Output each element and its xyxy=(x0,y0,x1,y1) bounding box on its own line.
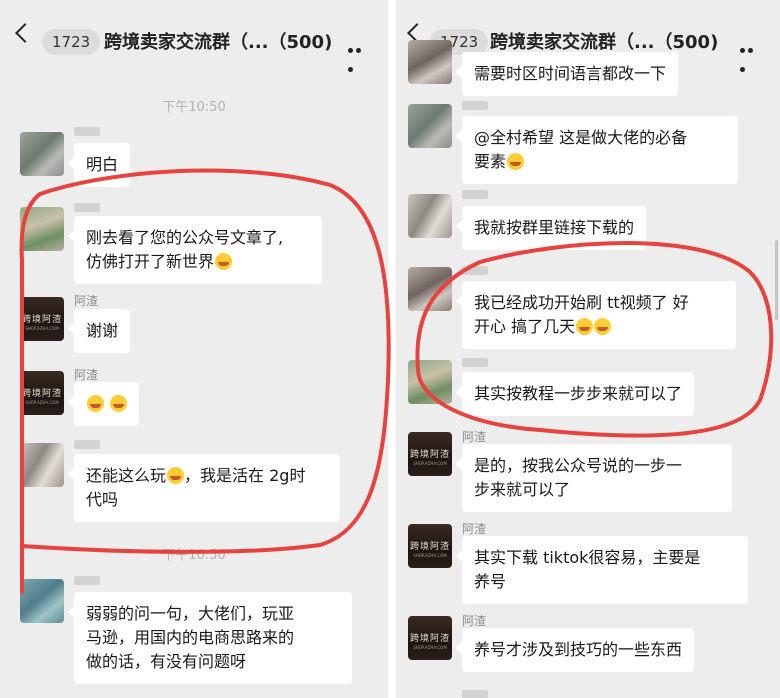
message-bubble[interactable] xyxy=(67,382,140,426)
scrollbar[interactable] xyxy=(775,240,778,320)
avatar[interactable]: 跨境阿渣 SHOP.AZHA.COM xyxy=(408,432,452,476)
sender-name-blurred xyxy=(462,190,488,199)
left-chat-screenshot: 1723 跨境卖家交流群（...（500) 下午10:50 明白 刚去看了您的公… xyxy=(0,0,388,698)
avatar-logo-subtext: SHOP.AZHA.COM xyxy=(25,400,59,405)
more-options-icon[interactable] xyxy=(348,38,370,72)
message-text: 需要时区时间语言都改一下 xyxy=(474,64,667,83)
message-line: 是的，按我公众号说的一步一 xyxy=(474,456,683,475)
message-line: 其实下载 tiktok很容易，主要是 xyxy=(474,548,701,567)
timestamp: 下午10:50 xyxy=(162,100,226,115)
sender-name: 阿渣 xyxy=(462,522,487,536)
avatar-logo-subtext: SHOP.AZHA.COM xyxy=(413,553,447,558)
message-bubble[interactable]: 其实按教程一步步来就可以了 xyxy=(455,372,695,416)
rolling-laughing-emoji-icon xyxy=(576,318,594,335)
sender-name-blurred xyxy=(462,690,488,698)
avatar[interactable] xyxy=(408,40,452,84)
avatar[interactable]: 跨境阿渣 SHOP.AZHA.COM xyxy=(20,297,64,341)
message-line: 代吗 xyxy=(86,490,119,509)
message-line: 弱弱的问一句，大佬们，玩亚 xyxy=(86,604,295,623)
group-title: 跨境卖家交流群（...（500) xyxy=(490,32,719,53)
message-line: 养号 xyxy=(474,572,507,591)
laughing-emoji-icon xyxy=(215,253,233,270)
message-line: 还能这么玩 xyxy=(86,466,167,485)
message-line: 做的话，有没有问题呀 xyxy=(86,652,247,671)
message-text: 其实按教程一步步来就可以了 xyxy=(474,384,683,403)
sender-name-blurred xyxy=(74,576,100,585)
message-line: 开心 搞了几天 xyxy=(474,317,576,336)
more-options-icon[interactable] xyxy=(740,38,762,72)
back-chevron-icon[interactable] xyxy=(15,23,35,43)
avatar[interactable] xyxy=(20,579,64,623)
avatar[interactable]: 跨境阿渣 SHOP.AZHA.COM xyxy=(408,616,452,660)
message-line: 要素 xyxy=(474,152,507,171)
message-text: 养号才涉及到技巧的一些东西 xyxy=(474,640,683,659)
sender-name: 阿渣 xyxy=(74,294,99,308)
avatar-logo-text: 跨境阿渣 xyxy=(21,315,62,325)
message-bubble[interactable]: 明白 xyxy=(67,143,131,187)
sender-name: 阿渣 xyxy=(74,368,99,382)
message-bubble[interactable]: 是的，按我公众号说的一步一 步来就可以了 xyxy=(456,444,732,512)
message-bubble[interactable]: 谢谢 xyxy=(67,309,131,353)
message-line: 我已经成功开始刷 tt视频了 好 xyxy=(474,293,689,312)
avatar[interactable] xyxy=(408,194,452,238)
sender-name-blurred xyxy=(74,440,100,449)
message-line: @全村希望 这是做大佬的必备 xyxy=(474,128,688,147)
laughing-emoji-icon xyxy=(110,395,128,412)
timestamp: 下午10:50 xyxy=(162,548,226,563)
message-text: 谢谢 xyxy=(86,321,119,340)
message-text: 我就按群里链接下载的 xyxy=(474,218,635,237)
sender-name-blurred xyxy=(462,101,488,110)
laughing-emoji-icon xyxy=(87,395,104,412)
sender-name-blurred xyxy=(462,358,488,367)
group-title: 跨境卖家交流群（...（500) xyxy=(104,32,333,53)
sender-name: 阿渣 xyxy=(462,614,487,628)
message-line: 马逊，用国内的电商思路来的 xyxy=(86,628,295,647)
avatar[interactable] xyxy=(20,132,64,176)
avatar[interactable] xyxy=(408,360,452,404)
message-bubble[interactable]: 养号才涉及到技巧的一些东西 xyxy=(455,628,695,672)
sender-name: 阿渣 xyxy=(462,430,487,444)
avatar-logo-text: 跨境阿渣 xyxy=(409,634,450,644)
message-bubble[interactable]: 我已经成功开始刷 tt视频了 好 开心 搞了几天 xyxy=(456,281,736,349)
avatar[interactable] xyxy=(408,104,452,148)
message-bubble[interactable]: @全村希望 这是做大佬的必备 要素 xyxy=(456,116,738,184)
avatar[interactable] xyxy=(20,443,64,487)
sender-name-blurred xyxy=(462,266,488,275)
avatar[interactable] xyxy=(408,267,452,311)
avatar-logo-text: 跨境阿渣 xyxy=(21,389,62,399)
avatar-logo-subtext: SHOP.AZHA.COM xyxy=(413,645,447,650)
rolling-laughing-emoji-icon xyxy=(594,318,612,335)
message-line: ，我是活在 2g时 xyxy=(184,466,306,485)
chat-header: 1723 跨境卖家交流群（...（500) xyxy=(0,0,388,72)
message-bubble[interactable]: 刚去看了您的公众号文章了, 仿佛打开了新世界 xyxy=(68,216,322,284)
message-bubble[interactable]: 需要时区时间语言都改一下 xyxy=(455,52,679,96)
message-bubble[interactable]: 弱弱的问一句，大佬们，玩亚 马逊，用国内的电商思路来的 做的话，有没有问题呀 xyxy=(68,592,352,684)
sender-name-blurred xyxy=(74,203,100,212)
sender-name-blurred xyxy=(74,127,100,136)
laughing-emoji-icon xyxy=(167,467,185,484)
message-bubble[interactable]: 还能这么玩 ，我是活在 2g时 代吗 xyxy=(68,454,340,522)
avatar[interactable] xyxy=(20,207,64,251)
message-text: 明白 xyxy=(86,155,119,174)
avatar-logo-subtext: SHOP.AZHA.COM xyxy=(25,326,59,331)
avatar[interactable]: 跨境阿渣 SHOP.AZHA.COM xyxy=(408,524,452,568)
message-bubble[interactable]: 其实下载 tiktok很容易，主要是 养号 xyxy=(456,536,748,604)
drooling-emoji-icon xyxy=(507,153,525,170)
unread-count-badge[interactable]: 1723 xyxy=(42,29,101,55)
message-bubble[interactable]: 我就按群里链接下载的 xyxy=(455,206,647,250)
message-line: 步来就可以了 xyxy=(474,480,571,499)
avatar-logo-text: 跨境阿渣 xyxy=(409,542,450,552)
message-line: 刚去看了您的公众号文章了, xyxy=(86,228,284,247)
message-line: 仿佛打开了新世界 xyxy=(86,252,215,271)
avatar-logo-subtext: SHOP.AZHA.COM xyxy=(413,461,447,466)
avatar-logo-text: 跨境阿渣 xyxy=(409,450,450,460)
right-chat-screenshot: 1723 跨境卖家交流群（...（500) 需要时区时间语言都改一下 @全村希望… xyxy=(396,0,780,698)
avatar[interactable]: 跨境阿渣 SHOP.AZHA.COM xyxy=(20,371,64,415)
